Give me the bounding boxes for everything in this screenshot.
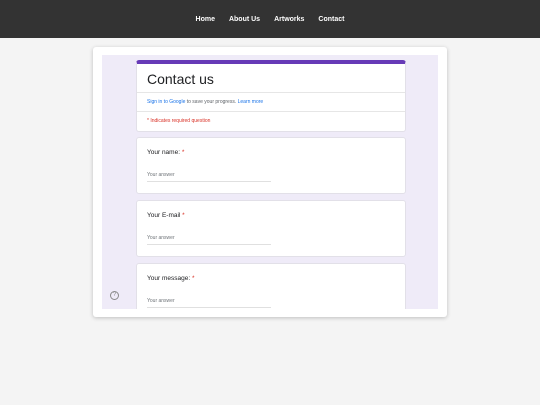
- question-label: Your E-mail *: [147, 212, 185, 219]
- required-note: * Indicates required question: [147, 118, 211, 124]
- signin-link[interactable]: Sign in to Google: [147, 99, 185, 105]
- required-asterisk: *: [181, 149, 185, 156]
- required-asterisk: *: [191, 275, 195, 282]
- question-label-text: Your E-mail: [147, 212, 183, 219]
- question-card-message: Your message: * Your answer: [136, 263, 406, 309]
- embedded-form-frame: Contact us Sign in to Google to save you…: [93, 47, 447, 317]
- question-label: Your name: *: [147, 149, 184, 156]
- question-label-text: Your name:: [147, 149, 182, 156]
- top-nav: Home About Us Artworks Contact: [0, 0, 540, 38]
- signin-text: to save your progress.: [185, 99, 238, 105]
- nav-about-us[interactable]: About Us: [229, 16, 260, 23]
- question-card-name: Your name: * Your answer: [136, 137, 406, 194]
- email-input[interactable]: Your answer: [147, 235, 271, 245]
- form-title: Contact us: [147, 71, 214, 87]
- form-header-card: Contact us Sign in to Google to save you…: [136, 60, 406, 132]
- help-circle-icon[interactable]: ?: [110, 291, 119, 300]
- signin-note: Sign in to Google to save your progress.…: [147, 99, 263, 105]
- nav-home[interactable]: Home: [196, 16, 215, 23]
- question-card-email: Your E-mail * Your answer: [136, 200, 406, 257]
- header-divider: [137, 92, 405, 93]
- signin-divider: [137, 111, 405, 112]
- message-input[interactable]: Your answer: [147, 298, 271, 308]
- question-label: Your message: *: [147, 275, 194, 282]
- learn-more-link[interactable]: Learn more: [238, 99, 264, 105]
- nav-artworks[interactable]: Artworks: [274, 16, 304, 23]
- required-asterisk: *: [182, 212, 185, 219]
- form-viewport[interactable]: Contact us Sign in to Google to save you…: [102, 55, 438, 309]
- name-input[interactable]: Your answer: [147, 172, 271, 182]
- nav-contact[interactable]: Contact: [318, 16, 344, 23]
- question-label-text: Your message:: [147, 275, 192, 282]
